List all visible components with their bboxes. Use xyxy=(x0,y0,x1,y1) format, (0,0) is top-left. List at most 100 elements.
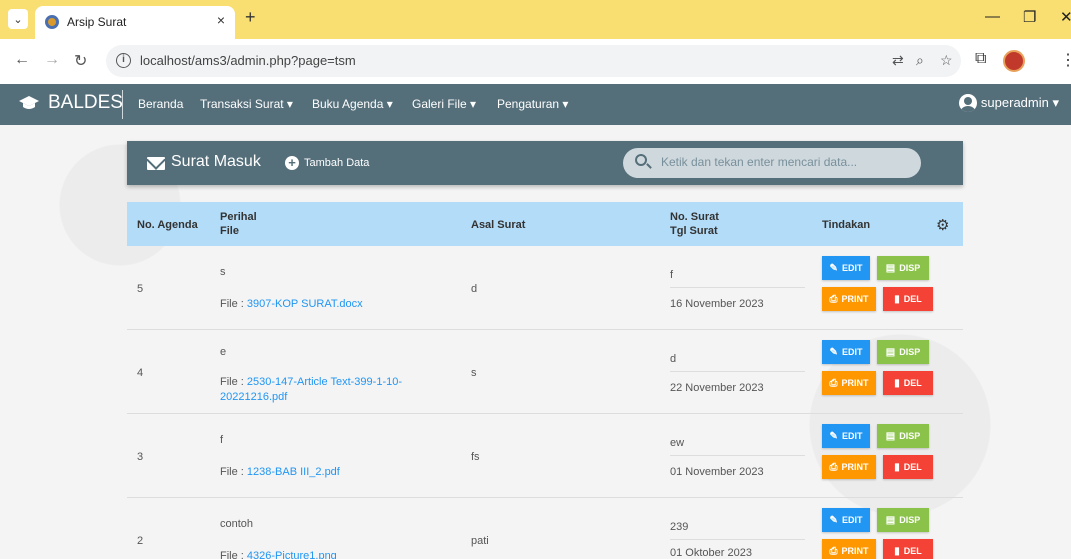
print-label: PRINT xyxy=(841,294,869,304)
edit-button[interactable]: ✎ EDIT xyxy=(822,340,870,364)
cell-file: File : 2530-147-Article Text-399-1-10- 20… xyxy=(220,375,402,405)
print-icon: ⎙ xyxy=(829,546,838,557)
brand[interactable]: BALDES xyxy=(18,92,123,114)
file-link-cont[interactable]: 20221216.pdf xyxy=(220,391,287,403)
page-content: Surat Masuk + Tambah Data No. Agenda Per… xyxy=(0,125,1071,559)
cell-perihal: e xyxy=(220,346,227,358)
cell-file: File : 1238-BAB III_2.pdf xyxy=(220,466,340,478)
print-button[interactable]: ⎙ PRINT xyxy=(822,455,876,479)
disp-label: DISP xyxy=(899,263,921,273)
nav-transaksi-surat[interactable]: Transaksi Surat ▾ xyxy=(200,97,293,111)
del-label: DEL xyxy=(903,378,922,388)
user-menu[interactable]: superadmin ▾ xyxy=(958,94,1059,112)
col-tgl-surat: Tgl Surat xyxy=(670,225,718,237)
cell-divider xyxy=(670,539,805,540)
restore-icon[interactable]: ❐ xyxy=(1023,8,1036,26)
cell-divider xyxy=(670,371,805,372)
graduation-cap-icon xyxy=(18,95,40,111)
nav-buku-agenda[interactable]: Buku Agenda ▾ xyxy=(312,97,393,111)
print-button[interactable]: ⎙ PRINT xyxy=(822,539,876,559)
cell-file: File : 4326-Picture1.png xyxy=(220,550,337,559)
print-button[interactable]: ⎙ PRINT xyxy=(822,287,876,311)
reload-icon[interactable]: ↻ xyxy=(74,51,87,71)
close-window-icon[interactable]: ✕ xyxy=(1060,8,1071,26)
file-link[interactable]: 2530-147-Article Text-399-1-10- xyxy=(247,376,402,388)
edit-button[interactable]: ✎ EDIT xyxy=(822,508,870,532)
delete-button[interactable]: ▮ DEL xyxy=(883,539,933,559)
nav-pengaturan[interactable]: Pengaturan ▾ xyxy=(497,97,568,111)
zoom-icon[interactable]: ⌕ xyxy=(916,52,924,69)
browser-tab[interactable]: Arsip Surat × xyxy=(35,6,235,39)
file-link[interactable]: 4326-Picture1.png xyxy=(247,550,337,559)
browser-menu-icon[interactable]: ⋮ xyxy=(1060,50,1071,70)
search-icon xyxy=(635,154,647,166)
gear-icon[interactable]: ⚙ xyxy=(936,216,949,234)
file-icon: ▤ xyxy=(885,431,896,442)
forward-icon[interactable]: → xyxy=(44,51,60,69)
back-icon[interactable]: ← xyxy=(14,51,30,69)
delete-button[interactable]: ▮ DEL xyxy=(883,371,933,395)
edit-label: EDIT xyxy=(841,347,863,357)
print-label: PRINT xyxy=(841,546,869,556)
nav-galeri-file[interactable]: Galeri File ▾ xyxy=(412,97,476,111)
tambah-data-button[interactable]: + Tambah Data xyxy=(285,156,369,170)
search-box xyxy=(623,148,921,178)
pencil-icon: ✎ xyxy=(829,431,838,442)
tab-search-button[interactable]: ⌄ xyxy=(8,9,28,29)
pencil-icon: ✎ xyxy=(829,515,838,526)
cell-asal-surat: d xyxy=(471,283,478,295)
file-link[interactable]: 3907-KOP SURAT.docx xyxy=(247,298,363,310)
disp-button[interactable]: ▤ DISP xyxy=(877,340,929,364)
site-info-icon[interactable]: i xyxy=(116,53,131,68)
cell-no-agenda: 3 xyxy=(137,451,144,463)
minimize-icon[interactable]: — xyxy=(985,8,1000,25)
cell-perihal: contoh xyxy=(220,518,254,530)
file-label: File : xyxy=(220,466,247,478)
print-icon: ⎙ xyxy=(829,378,838,389)
edit-button[interactable]: ✎ EDIT xyxy=(822,256,870,280)
print-label: PRINT xyxy=(841,462,869,472)
new-tab-button[interactable]: + xyxy=(245,7,256,28)
cell-tgl-surat: 22 November 2023 xyxy=(670,382,764,394)
close-tab-icon[interactable]: × xyxy=(217,12,225,28)
print-label: PRINT xyxy=(841,378,869,388)
cell-no-surat: ew xyxy=(670,437,685,449)
print-button[interactable]: ⎙ PRINT xyxy=(822,371,876,395)
cell-file: File : 3907-KOP SURAT.docx xyxy=(220,298,363,310)
profile-avatar[interactable] xyxy=(1003,50,1025,72)
cell-tgl-surat: 16 November 2023 xyxy=(670,298,764,310)
browser-tab-strip: ⌄ Arsip Surat × + — ❐ ✕ xyxy=(0,0,1071,39)
cell-perihal: s xyxy=(220,266,226,278)
table-row: 3 f File : 1238-BAB III_2.pdf fs ew 01 N… xyxy=(127,414,963,498)
file-link[interactable]: 1238-BAB III_2.pdf xyxy=(247,466,340,478)
url-text[interactable]: localhost/ams3/admin.php?page=tsm xyxy=(140,53,356,68)
bookmark-star-icon[interactable]: ☆ xyxy=(940,52,953,69)
url-field[interactable]: i localhost/ams3/admin.php?page=tsm ⇄ ⌕ … xyxy=(106,45,961,77)
col-no-surat: No. Surat xyxy=(670,211,719,223)
file-icon: ▤ xyxy=(885,347,896,358)
print-icon: ⎙ xyxy=(829,462,838,473)
file-label: File : xyxy=(220,376,247,388)
tambah-data-label: Tambah Data xyxy=(304,157,370,169)
cell-tgl-surat: 01 November 2023 xyxy=(670,466,764,478)
surat-masuk-header: Surat Masuk + Tambah Data xyxy=(127,141,963,185)
user-icon xyxy=(958,94,977,112)
translate-icon[interactable]: ⇄ xyxy=(892,52,904,69)
navbar-divider xyxy=(122,90,123,119)
cell-asal-surat: pati xyxy=(471,535,489,547)
trash-icon: ▮ xyxy=(894,378,900,389)
search-input[interactable] xyxy=(661,155,911,169)
disp-button[interactable]: ▤ DISP xyxy=(877,256,929,280)
extensions-icon[interactable]: ⧉ xyxy=(975,50,986,68)
disp-button[interactable]: ▤ DISP xyxy=(877,424,929,448)
envelope-icon xyxy=(147,157,165,170)
edit-label: EDIT xyxy=(841,515,863,525)
delete-button[interactable]: ▮ DEL xyxy=(883,287,933,311)
cell-asal-surat: s xyxy=(471,367,477,379)
edit-label: EDIT xyxy=(841,263,863,273)
edit-button[interactable]: ✎ EDIT xyxy=(822,424,870,448)
delete-button[interactable]: ▮ DEL xyxy=(883,455,933,479)
cell-no-surat: 239 xyxy=(670,521,689,533)
disp-button[interactable]: ▤ DISP xyxy=(877,508,929,532)
nav-beranda[interactable]: Beranda xyxy=(138,97,183,111)
